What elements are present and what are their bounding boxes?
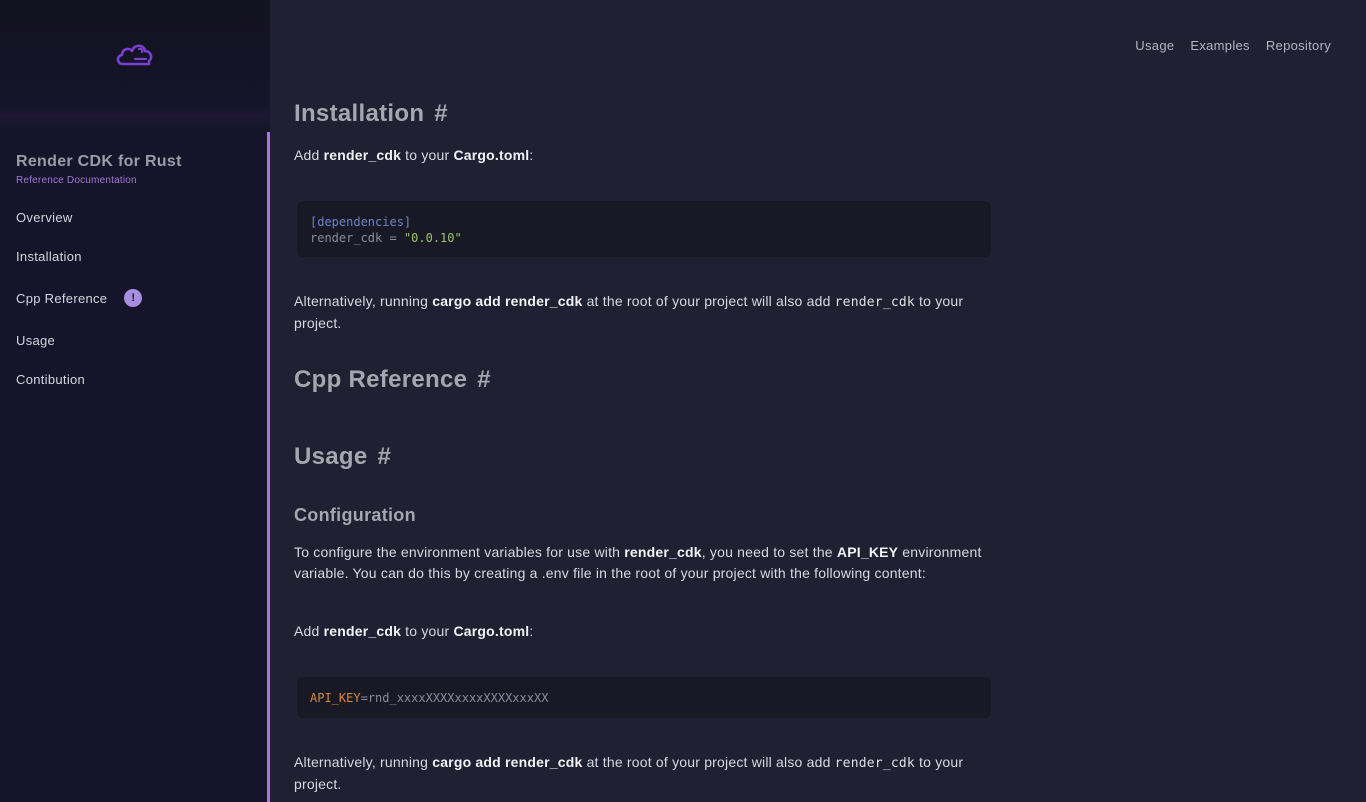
env-code-block[interactable]: API_KEY=rnd_xxxxXXXXxxxxXXXXxxxXX [297, 677, 991, 718]
topnav-link-usage[interactable]: Usage [1135, 38, 1174, 53]
topnav-link-examples[interactable]: Examples [1190, 38, 1249, 53]
installation-alt-text: Alternatively, running cargo add render_… [294, 293, 964, 331]
topnav-link-repository[interactable]: Repository [1266, 38, 1331, 53]
cloud-icon[interactable] [113, 38, 157, 68]
cpp-reference-heading: Cpp Reference # [294, 366, 491, 393]
sidebar-item-overview[interactable]: Overview [16, 210, 73, 225]
sidebar-item-label: Installation [16, 249, 82, 264]
usage-add-text: Add render_cdk to your Cargo.toml: [294, 623, 534, 639]
sidebar-item-label: Contibution [16, 372, 86, 387]
configuration-heading: Configuration [294, 505, 416, 525]
sidebar-item-usage[interactable]: Usage [16, 333, 55, 348]
sidebar-item-contibution[interactable]: Contibution [16, 372, 85, 387]
installation-heading: Installation # [294, 100, 448, 127]
usage-heading: Usage # [294, 443, 392, 470]
sidebar-item-label: Usage [16, 333, 56, 348]
anchor-link[interactable]: # [434, 100, 448, 127]
sidebar-item-label: Cpp Reference [16, 290, 108, 306]
anchor-link[interactable]: # [477, 366, 491, 393]
brand-title: Render CDK for Rust [16, 153, 182, 170]
usage-alt-text: Alternatively, running cargo add render_… [294, 754, 964, 792]
configuration-text: To configure the environment variables f… [294, 544, 982, 581]
brand-subtitle: Reference Documentation [16, 175, 137, 186]
sidebar-item-cpp-reference[interactable]: Cpp Reference ! [16, 289, 143, 307]
sidebar: Render CDK for Rust Reference Documentat… [0, 0, 270, 802]
installation-add-text: Add render_cdk to your Cargo.toml: [294, 147, 534, 163]
sidebar-item-label: Overview [16, 210, 73, 225]
anchor-link[interactable]: # [378, 443, 392, 470]
sidebar-item-installation[interactable]: Installation [16, 249, 82, 264]
top-nav: Usage Examples Repository [1135, 38, 1331, 53]
warning-badge-icon: ! [124, 289, 143, 307]
cargo-toml-code-block[interactable]: [dependencies] render_cdk = "0.0.10" [297, 201, 991, 257]
